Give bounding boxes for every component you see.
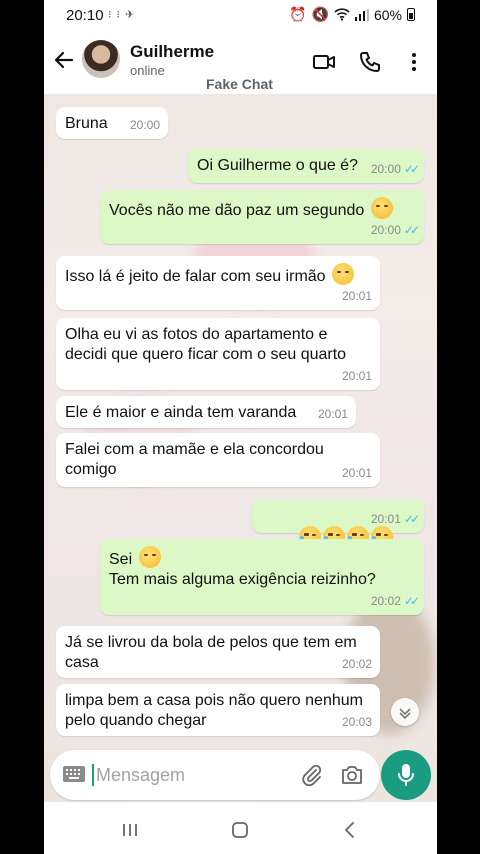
battery-icon [407, 8, 415, 21]
mute-icon: 🔇 [311, 6, 329, 22]
face-rolling-eyes-emoji [370, 197, 393, 219]
system-navigation-bar [44, 806, 437, 854]
message-text-line: Sei [109, 551, 133, 568]
chat-area[interactable]: Bruna 20:00 Oi Guilherme o que é? 20:00 ✓… [44, 94, 437, 802]
message-text: Falei com a mamãe e ela concordou comigo [65, 441, 329, 478]
camera-icon[interactable] [340, 763, 364, 787]
message-meta: 20:03 [342, 712, 372, 732]
back-arrow-icon[interactable] [52, 48, 76, 72]
message-bubble-incoming[interactable]: Isso lá é jeito de falar com seu irmão 2… [56, 256, 380, 310]
message-text: Olha eu vi as fotos do apartamento e dec… [65, 326, 347, 363]
message-time: 20:00 [370, 162, 401, 176]
recent-apps-icon[interactable] [120, 820, 140, 840]
message-meta: 20:00 [130, 115, 160, 135]
message-time: 20:00 [370, 223, 401, 237]
message-time: 20:00 [129, 118, 160, 132]
chat-header: Guilherme online Fake Chat [44, 32, 437, 94]
message-bubble-incoming[interactable]: Bruna 20:00 [56, 107, 168, 139]
message-text: Sei Tem mais alguma exigência reizinho? [109, 546, 415, 590]
status-time: 20:10 [66, 7, 104, 24]
message-meta: 20:02 [342, 654, 372, 674]
battery-percent: 60% [373, 6, 402, 23]
system-icons: ⏰ 🔇 60% [289, 6, 415, 23]
message-meta: 20:01 [342, 463, 372, 483]
message-text: Isso lá é jeito de falar com seu irmão [65, 263, 371, 287]
microphone-icon [398, 764, 414, 786]
message-time: 20:01 [341, 369, 372, 383]
read-ticks-icon: ✓✓ [403, 223, 420, 237]
fake-chat-watermark: Fake Chat [206, 76, 273, 92]
smirking-face-emoji [332, 263, 355, 285]
paperclip-icon[interactable] [300, 763, 324, 787]
contact-name[interactable]: Guilherme [130, 42, 214, 62]
message-text: limpa bem a casa pois não quero nenhum p… [65, 692, 368, 729]
message-bubble-incoming[interactable]: Já se livrou da bola de pelos que tem em… [56, 626, 380, 678]
contact-status: online [130, 63, 165, 78]
message-bubble-incoming[interactable]: limpa bem a casa pois não quero nenhum p… [56, 684, 380, 736]
text-cursor [92, 764, 94, 786]
scroll-down-button[interactable] [391, 698, 419, 726]
mic-button[interactable] [381, 750, 431, 800]
read-ticks-icon: ✓✓ [403, 162, 420, 176]
message-text: Ele é maior e ainda tem varanda [65, 404, 297, 421]
message-meta: 20:00 ✓✓ [370, 159, 420, 179]
message-time: 20:01 [341, 466, 372, 480]
message-meta: 20:01 [342, 286, 372, 306]
message-time: 20:01 [341, 289, 372, 303]
phone-screen: 20:10 ⁝ ⁝ ✈ ⏰ 🔇 60% Guilherme online Fak… [44, 0, 437, 854]
alarm-icon: ⏰ [289, 6, 307, 22]
back-icon[interactable] [340, 820, 360, 840]
message-bubble-incoming[interactable]: Falei com a mamãe e ela concordou comigo… [56, 433, 380, 487]
signal-icon [354, 8, 369, 21]
message-text-line: Tem mais alguma exigência reizinho? [109, 571, 376, 588]
home-icon[interactable] [230, 820, 250, 840]
message-meta: 20:02 ✓✓ [370, 591, 420, 611]
message-meta: 20:01 ✓✓ [370, 509, 420, 529]
message-bubble-outgoing[interactable]: Sei Tem mais alguma exigência reizinho? … [100, 539, 424, 615]
chevron-down-icon [399, 708, 411, 719]
more-options-icon[interactable] [402, 50, 426, 74]
message-meta: 20:01 [342, 366, 372, 386]
status-bar: 20:10 ⁝ ⁝ ✈ ⏰ 🔇 60% [44, 0, 437, 32]
phone-call-icon[interactable] [358, 50, 382, 74]
message-time: 20:01 [317, 407, 348, 421]
wifi-icon [334, 8, 350, 21]
message-bubble-outgoing[interactable]: Oi Guilherme o que é? 20:00 ✓✓ [188, 149, 424, 183]
message-text: Já se livrou da bola de pelos que tem em… [65, 634, 362, 671]
message-text: Vocês não me dão paz um segundo [109, 197, 415, 221]
message-time: 20:02 [341, 657, 372, 671]
keyboard-icon[interactable] [62, 765, 86, 783]
message-bubble-outgoing[interactable]: 20:01 ✓✓ [252, 499, 424, 548]
message-input[interactable] [96, 761, 286, 789]
smirking-face-emoji [138, 546, 161, 568]
message-bubble-incoming[interactable]: Olha eu vi as fotos do apartamento e dec… [56, 318, 380, 390]
message-bubble-incoming[interactable]: Ele é maior e ainda tem varanda 20:01 [56, 396, 356, 428]
message-composer [50, 750, 380, 800]
notification-icons: ⁝ ⁝ ✈ [108, 9, 136, 21]
video-call-icon[interactable] [312, 50, 336, 74]
message-bubble-outgoing[interactable]: Vocês não me dão paz um segundo 20:00 ✓✓ [100, 190, 424, 244]
read-ticks-icon: ✓✓ [403, 594, 420, 608]
message-time: 20:03 [341, 715, 372, 729]
message-meta: 20:00 ✓✓ [370, 220, 420, 240]
message-time: 20:01 [370, 512, 401, 526]
message-time: 20:02 [370, 594, 401, 608]
contact-avatar[interactable] [82, 40, 120, 78]
read-ticks-icon: ✓✓ [403, 512, 420, 526]
message-meta: 20:01 [318, 404, 348, 424]
